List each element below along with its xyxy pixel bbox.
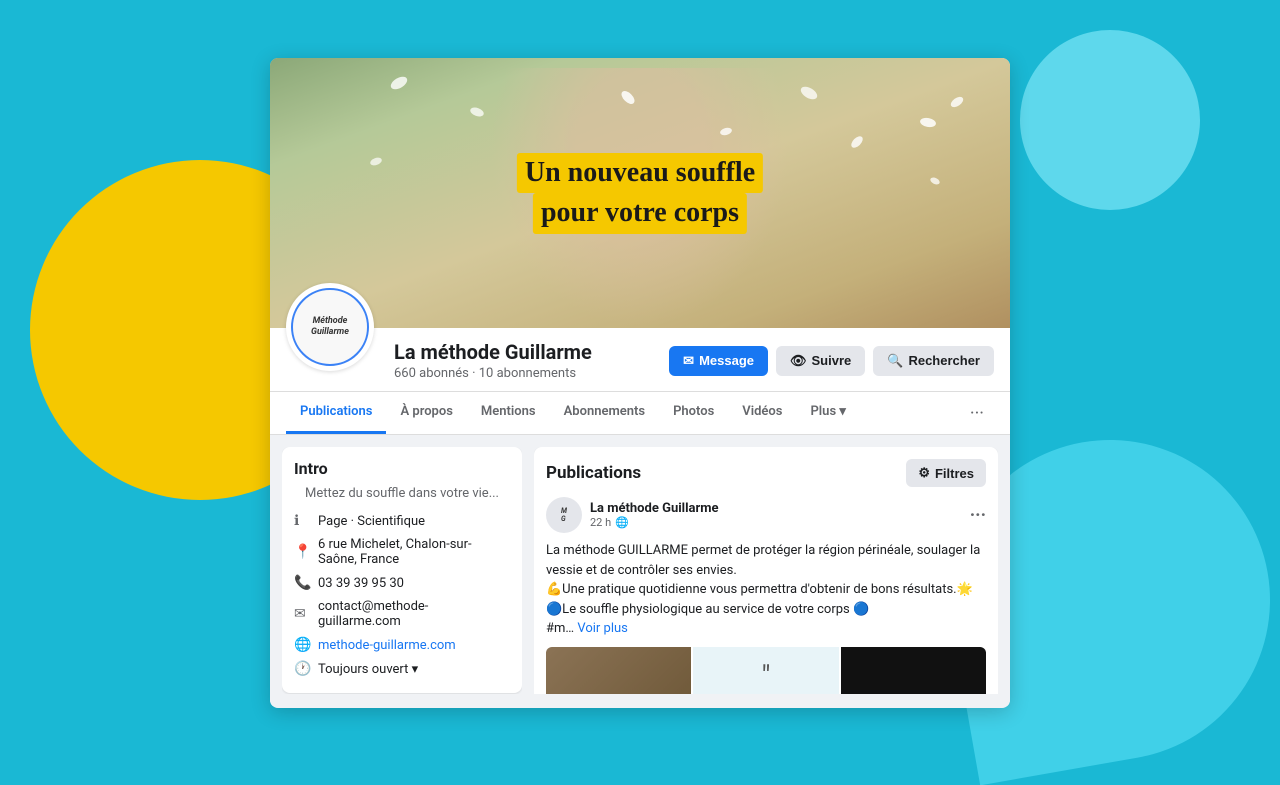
intro-item-hours[interactable]: 🕐 Toujours ouvert ▾ (294, 657, 510, 681)
post-avatar: MG (546, 497, 582, 533)
cover-title-line1: Un nouveau souffle (517, 153, 763, 193)
globe-icon: 🌐 (294, 637, 310, 653)
tab-photos[interactable]: Photos (659, 392, 728, 434)
tab-abonnements[interactable]: Abonnements (550, 392, 659, 434)
suivre-icon: 👁 (790, 353, 807, 369)
post-author: MG La méthode Guillarme 22 h 🌐 (546, 497, 719, 533)
info-icon: ℹ (294, 513, 310, 529)
left-sidebar: Intro Mettez du souffle dans votre vie..… (282, 447, 522, 694)
cover-title-text: Un nouveau souffle pour votre corps (517, 153, 763, 234)
publications-card: Publications ⚙ Filtres MG (534, 447, 998, 694)
quote-mark: " (762, 662, 771, 690)
intro-item-phone: 📞 03 39 39 95 30 (294, 571, 510, 595)
post-meta: 22 h 🌐 (590, 516, 719, 529)
profile-details: La méthode Guillarme 660 abonnés · 10 ab… (394, 340, 592, 381)
voir-plus-link[interactable]: Voir plus (577, 621, 628, 636)
cover-title-line2: pour votre corps (533, 193, 747, 233)
nav-tabs: Publications À propos Mentions Abonnemen… (270, 392, 1010, 435)
profile-avatar: MéthodeGuillarme (286, 283, 374, 371)
testimonial-name: Mme M.C (738, 694, 795, 695)
filtres-button[interactable]: ⚙ Filtres (906, 459, 986, 487)
intro-item-website[interactable]: 🌐 methode-guillarme.com (294, 633, 510, 657)
right-feed: Publications ⚙ Filtres MG (534, 447, 998, 694)
tab-videos[interactable]: Vidéos (728, 392, 796, 434)
post-author-details: La méthode Guillarme 22 h 🌐 (590, 501, 719, 529)
facebook-page-container: Un nouveau souffle pour votre corps Méth… (270, 58, 1010, 708)
profile-name: La méthode Guillarme (394, 340, 592, 364)
tab-mentions[interactable]: Mentions (467, 392, 550, 434)
intro-title: Intro (294, 459, 510, 478)
clock-icon: 🕐 (294, 661, 310, 677)
avatar-logo-text: MéthodeGuillarme (311, 316, 349, 338)
tab-publications[interactable]: Publications (286, 392, 386, 434)
suivre-button[interactable]: 👁 Suivre (776, 346, 865, 376)
nav-more-button[interactable]: ··· (960, 395, 994, 432)
tab-apropos[interactable]: À propos (386, 392, 466, 434)
phone-icon: 📞 (294, 575, 310, 591)
post-more-button[interactable]: ··· (970, 505, 986, 526)
post-media: " Mme M.C 08/06/2022 (546, 647, 986, 695)
intro-item-address: 📍 6 rue Michelet, Chalon-sur-Saône, Fran… (294, 533, 510, 571)
filtres-icon: ⚙ (918, 465, 930, 481)
publications-header: Publications ⚙ Filtres (546, 459, 986, 487)
intro-item-email: ✉ contact@methode-guillarme.com (294, 595, 510, 633)
rechercher-icon: 🔍 (887, 353, 903, 369)
content-area: Intro Mettez du souffle dans votre vie..… (270, 435, 1010, 706)
rechercher-button[interactable]: 🔍 Rechercher (873, 346, 994, 376)
profile-info: La méthode Guillarme 660 abonnés · 10 ab… (286, 328, 994, 391)
profile-actions: ✉ Message 👁 Suivre 🔍 Rechercher (669, 346, 994, 376)
bg-cyan-top-right (1020, 30, 1200, 210)
intro-description: Mettez du souffle dans votre vie... (294, 486, 510, 501)
website-link[interactable]: methode-guillarme.com (318, 638, 456, 653)
avatar-inner: MéthodeGuillarme (291, 288, 369, 366)
post-text: La méthode GUILLARME permet de protéger … (546, 541, 986, 639)
media-item-dark[interactable] (841, 647, 986, 695)
message-button[interactable]: ✉ Message (669, 346, 768, 376)
publications-title: Publications (546, 463, 641, 483)
intro-item-type: ℹ Page · Scientifique (294, 509, 510, 533)
profile-stats: 660 abonnés · 10 abonnements (394, 366, 592, 381)
profile-section: MéthodeGuillarme La méthode Guillarme 66… (270, 328, 1010, 392)
email-icon: ✉ (294, 606, 310, 622)
post-item: MG La méthode Guillarme 22 h 🌐 ··· (546, 497, 986, 694)
cover-title: Un nouveau souffle pour votre corps (517, 153, 763, 234)
media-item-testimonial[interactable]: " Mme M.C 08/06/2022 (693, 647, 838, 695)
post-header: MG La méthode Guillarme 22 h 🌐 ··· (546, 497, 986, 533)
post-text-line2: 💪Une pratique quotidienne vous permettra… (546, 580, 986, 600)
post-globe-icon: 🌐 (615, 516, 629, 529)
message-icon: ✉ (683, 353, 694, 369)
media-item-photo[interactable] (546, 647, 691, 695)
post-text-line1: La méthode GUILLARME permet de protéger … (546, 541, 986, 580)
tab-plus[interactable]: Plus ▾ (796, 392, 859, 434)
post-time: 22 h (590, 516, 611, 529)
post-text-line4: #m… Voir plus (546, 619, 986, 639)
cover-photo: Un nouveau souffle pour votre corps (270, 58, 1010, 328)
location-icon: 📍 (294, 544, 310, 560)
post-text-line3: 🔵Le souffle physiologique au service de … (546, 600, 986, 620)
post-author-name: La méthode Guillarme (590, 501, 719, 516)
intro-card: Intro Mettez du souffle dans votre vie..… (282, 447, 522, 693)
